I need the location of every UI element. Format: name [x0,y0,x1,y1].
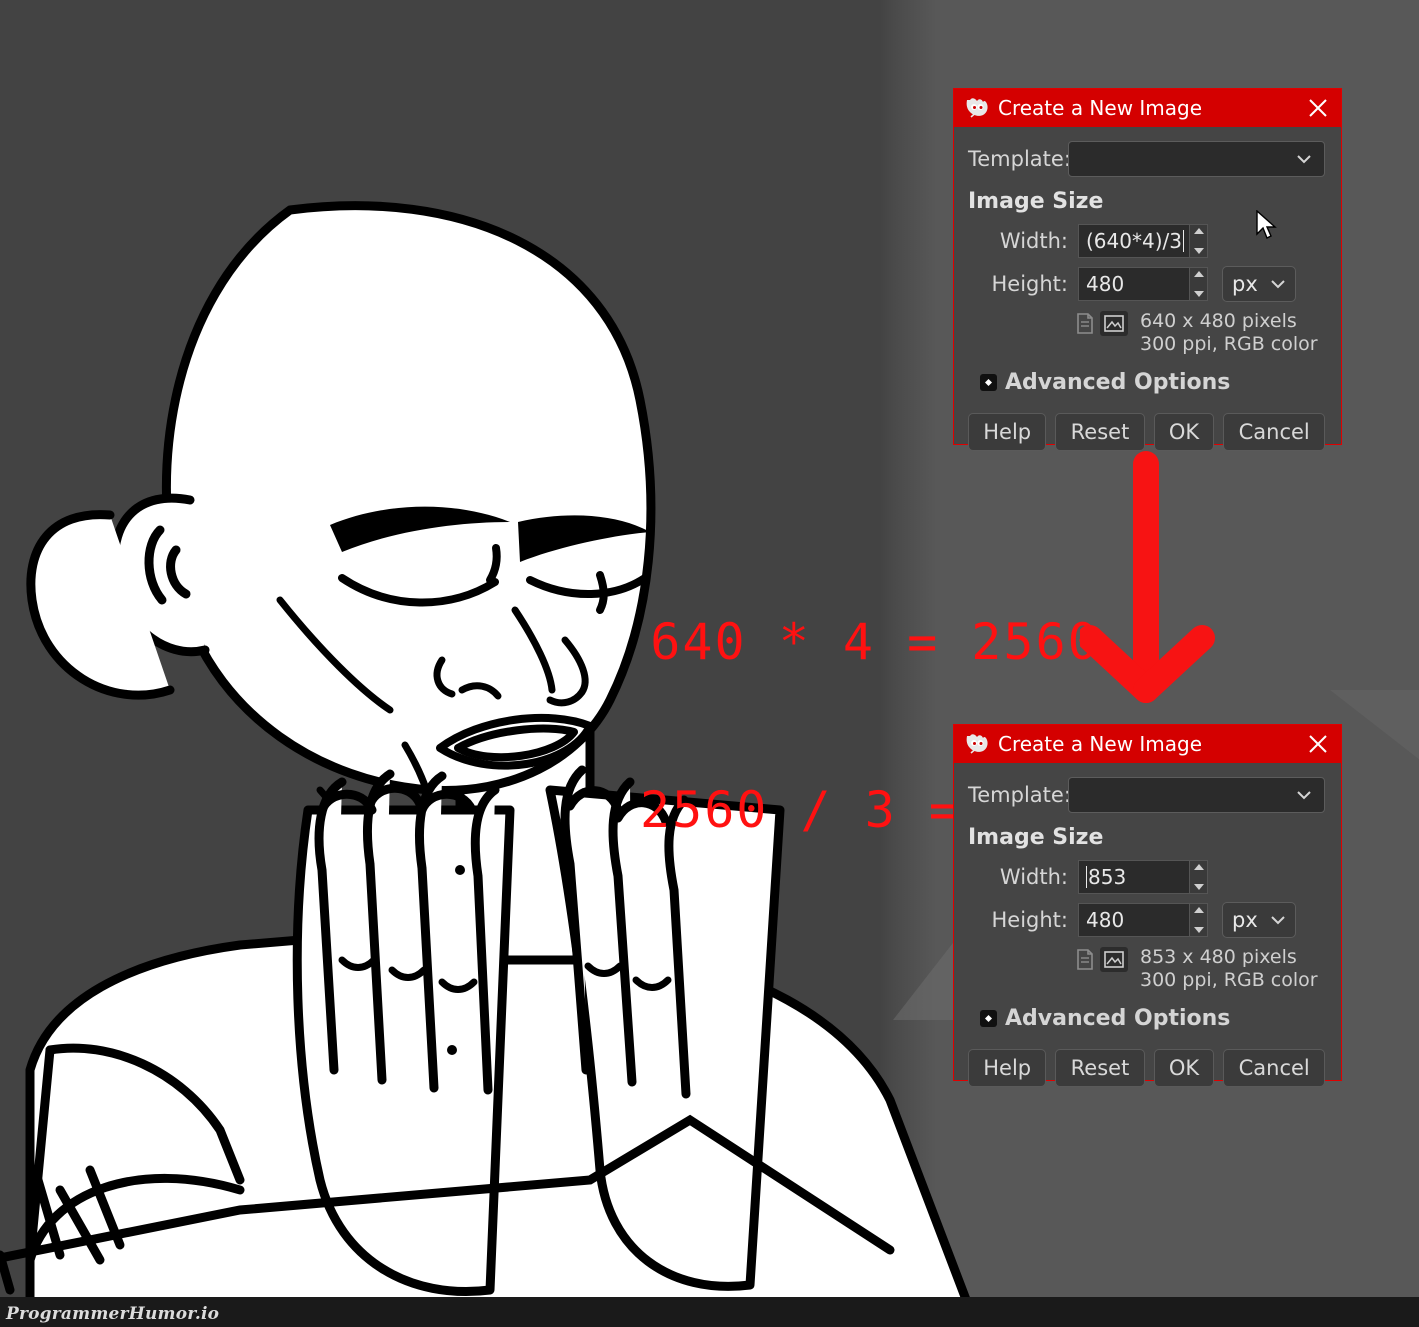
landscape-orientation-icon[interactable] [1100,311,1128,336]
reset-button[interactable]: Reset [1055,413,1145,451]
height-steppers[interactable] [1190,267,1208,301]
chevron-down-icon [1271,916,1285,925]
width-input[interactable]: (640*4)/3 [1078,224,1190,258]
image-info-line2: 300 ppi, RGB color [1140,969,1318,991]
dialog-titlebar[interactable]: Create a New Image [954,89,1341,127]
stepper-down-icon[interactable] [1193,927,1204,933]
dialog-title: Create a New Image [998,732,1203,756]
landscape-orientation-icon[interactable] [1100,947,1128,972]
unit-value: px [1232,908,1258,932]
height-spinner[interactable]: 480 [1078,903,1208,937]
image-size-heading: Image Size [968,825,1104,850]
create-new-image-dialog-before[interactable]: Create a New Image Template: Image Size … [953,88,1342,451]
help-button[interactable]: Help [968,1049,1047,1087]
dialog-title: Create a New Image [998,96,1203,120]
math-line-1: 640 * 4 = 2560 [650,613,1100,671]
template-select[interactable] [1068,777,1325,813]
width-input[interactable]: 853 [1078,860,1190,894]
gimp-wilber-icon [966,98,988,118]
template-row: Template: [968,777,1325,813]
template-row: Template: [968,141,1325,177]
width-spinner[interactable]: 853 [1078,860,1208,894]
image-info-text: 853 x 480 pixels 300 ppi, RGB color [1140,946,1318,992]
template-select[interactable] [1068,141,1325,177]
image-info-line1: 853 x 480 pixels [1140,946,1297,968]
watermark: ProgrammerHumor.io [6,1304,220,1324]
width-steppers[interactable] [1190,860,1208,894]
image-info-line2: 300 ppi, RGB color [1140,333,1318,355]
width-label: Width: [999,865,1068,889]
template-label: Template: [968,147,1071,171]
unit-value: px [1232,272,1258,296]
dialog-button-row: Help Reset OK Cancel [968,1049,1326,1087]
screenshot-root: 640 * 4 = 2560 2560 / 3 = 853.3 Create a… [0,0,1419,1327]
down-arrow-icon [1080,451,1215,703]
close-icon[interactable] [1305,95,1331,121]
dialog-button-row: Help Reset OK Cancel [968,413,1326,451]
help-button[interactable]: Help [968,413,1047,451]
ok-button[interactable]: OK [1153,413,1215,451]
reset-button[interactable]: Reset [1055,1049,1145,1087]
mouse-cursor [1256,210,1277,239]
close-icon[interactable] [1305,731,1331,757]
stepper-up-icon[interactable] [1193,864,1204,870]
unit-select[interactable]: px [1222,902,1296,938]
image-info-row: 640 x 480 pixels 300 ppi, RGB color [1076,310,1325,356]
height-steppers[interactable] [1190,903,1208,937]
cancel-button[interactable]: Cancel [1223,413,1326,451]
image-info-line1: 640 x 480 pixels [1140,310,1297,332]
portrait-orientation-icon[interactable] [1076,949,1094,970]
stepper-up-icon[interactable] [1193,907,1204,913]
portrait-orientation-icon[interactable] [1076,313,1094,334]
ok-button[interactable]: OK [1153,1049,1215,1087]
advanced-options-toggle[interactable]: Advanced Options [980,1006,1325,1031]
chevron-down-icon [1271,280,1285,289]
height-label: Height: [991,908,1069,932]
advanced-options-toggle[interactable]: Advanced Options [980,370,1325,395]
stepper-down-icon[interactable] [1193,291,1204,297]
image-info-text: 640 x 480 pixels 300 ppi, RGB color [1140,310,1318,356]
expander-icon[interactable] [980,374,997,391]
advanced-options-label: Advanced Options [1005,1006,1231,1031]
stepper-down-icon[interactable] [1193,248,1204,254]
dialog-body: Template: Image Size Width: 853 Height: … [954,763,1341,1101]
chevron-down-icon [1297,155,1311,164]
image-info-row: 853 x 480 pixels 300 ppi, RGB color [1076,946,1325,992]
template-label: Template: [968,783,1071,807]
gimp-wilber-icon [966,734,988,754]
width-label: Width: [999,229,1068,253]
width-row: Width: 853 [968,860,1325,894]
unit-select[interactable]: px [1222,266,1296,302]
width-spinner[interactable]: (640*4)/3 [1078,224,1208,258]
height-input[interactable]: 480 [1078,267,1190,301]
stepper-down-icon[interactable] [1193,884,1204,890]
create-new-image-dialog-after[interactable]: Create a New Image Template: Image Size … [953,724,1342,1087]
height-row: Height: 480 px [968,266,1325,302]
height-spinner[interactable]: 480 [1078,267,1208,301]
chevron-down-icon [1297,791,1311,800]
height-input[interactable]: 480 [1078,903,1190,937]
stepper-up-icon[interactable] [1193,228,1204,234]
advanced-options-label: Advanced Options [1005,370,1231,395]
stepper-up-icon[interactable] [1193,271,1204,277]
dialog-body: Template: Image Size Width: (640*4)/3 He… [954,127,1341,465]
width-steppers[interactable] [1190,224,1208,258]
cancel-button[interactable]: Cancel [1223,1049,1326,1087]
height-label: Height: [991,272,1069,296]
dialog-titlebar[interactable]: Create a New Image [954,725,1341,763]
expander-icon[interactable] [980,1010,997,1027]
height-row: Height: 480 px [968,902,1325,938]
